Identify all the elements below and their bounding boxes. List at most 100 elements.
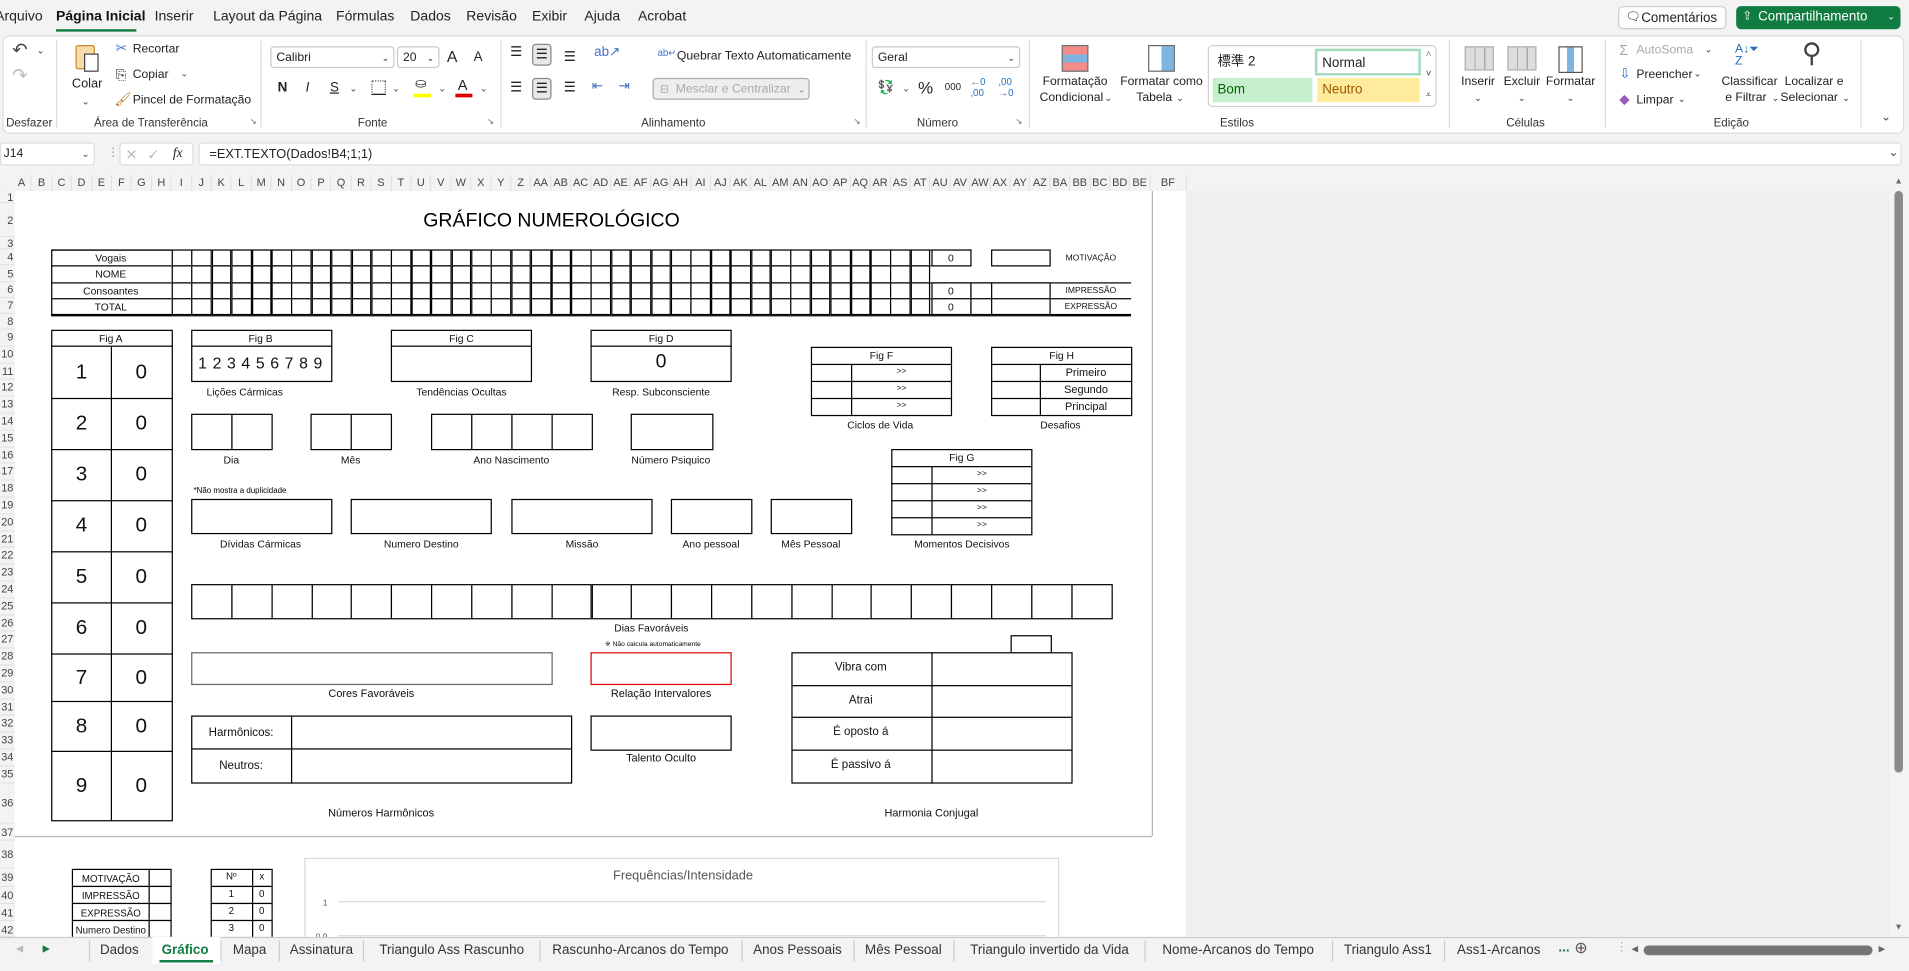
insert-cells-button[interactable]: Inserir	[1461, 76, 1495, 89]
row-header-39[interactable]: 39	[0, 868, 15, 888]
row-header-13[interactable]: 13	[0, 396, 15, 414]
align-middle-button[interactable]: ☰	[532, 43, 552, 66]
row-header-8[interactable]: 8	[0, 313, 15, 330]
sheet-tab-mapa[interactable]: Mapa	[233, 943, 267, 958]
row-header-22[interactable]: 22	[0, 548, 15, 565]
column-header-J[interactable]: J	[191, 175, 212, 192]
row-header-40[interactable]: 40	[0, 887, 15, 905]
format-cells-button[interactable]: Formatar	[1546, 76, 1595, 89]
enter-icon[interactable]: ✓	[147, 147, 159, 162]
column-header-AQ[interactable]: AQ	[850, 175, 871, 192]
autosum-button[interactable]: AutoSoma	[1636, 44, 1693, 57]
row-header-37[interactable]: 37	[0, 823, 15, 841]
row-header-36[interactable]: 36	[0, 783, 15, 824]
sheet-tab-nome-arcanos-do-tempo[interactable]: Nome-Arcanos do Tempo	[1162, 943, 1314, 958]
row-header-27[interactable]: 27	[0, 631, 15, 649]
menu-exibir[interactable]: Exibir	[532, 10, 567, 25]
menu-dados[interactable]: Dados	[410, 10, 450, 25]
add-sheet-icon[interactable]: ⊕	[1574, 939, 1587, 955]
column-header-D[interactable]: D	[72, 175, 93, 192]
row-header-5[interactable]: 5	[0, 265, 15, 283]
column-header-AW[interactable]: AW	[970, 175, 991, 192]
increase-font-button[interactable]: A	[447, 49, 458, 65]
row-header-23[interactable]: 23	[0, 564, 15, 582]
row-header-41[interactable]: 41	[0, 904, 15, 922]
row-header-15[interactable]: 15	[0, 430, 15, 448]
column-header-AR[interactable]: AR	[870, 175, 891, 192]
column-header-Q[interactable]: Q	[331, 175, 352, 192]
row-header-4[interactable]: 4	[0, 249, 15, 266]
find-select-button[interactable]: Localizar e	[1785, 76, 1844, 89]
dialog-launcher-icon[interactable]: ↘	[250, 118, 257, 127]
column-header-X[interactable]: X	[471, 175, 492, 192]
column-header-M[interactable]: M	[251, 175, 272, 192]
undo-icon[interactable]: ↶	[12, 41, 27, 59]
column-header-AL[interactable]: AL	[750, 175, 771, 192]
orientation-icon[interactable]: ab↗	[594, 46, 620, 59]
delete-cells-button[interactable]: Excluir	[1504, 76, 1541, 89]
sheet-tab-dados[interactable]: Dados	[100, 943, 139, 958]
column-header-AB[interactable]: AB	[551, 175, 572, 192]
menu-inserir[interactable]: Inserir	[155, 10, 194, 25]
thousands-button[interactable]: 000	[945, 82, 961, 93]
row-header-35[interactable]: 35	[0, 766, 15, 784]
align-bottom-icon[interactable]: ☰	[564, 50, 576, 64]
menu-arquivo[interactable]: Arquivo	[0, 10, 43, 25]
horizontal-scrollbar[interactable]: ◀ ▶	[1631, 942, 1905, 959]
column-header-AF[interactable]: AF	[631, 175, 652, 192]
column-header-O[interactable]: O	[291, 175, 312, 192]
column-header-W[interactable]: W	[451, 175, 472, 192]
column-header-AU[interactable]: AU	[930, 175, 951, 192]
share-button[interactable]: ⇪ Compartilhamento ⌄	[1736, 6, 1901, 30]
column-header-BE[interactable]: BE	[1130, 175, 1151, 192]
style-hyojun2[interactable]: 標準 2	[1218, 55, 1256, 69]
column-header-AM[interactable]: AM	[770, 175, 791, 192]
column-header-AA[interactable]: AA	[531, 175, 552, 192]
font-size-select[interactable]: 20 ⌄	[396, 46, 440, 69]
column-header-Y[interactable]: Y	[491, 175, 512, 192]
column-header-AJ[interactable]: AJ	[711, 175, 731, 192]
column-header-Z[interactable]: Z	[511, 175, 532, 192]
row-header-16[interactable]: 16	[0, 447, 15, 465]
row-header-14[interactable]: 14	[0, 413, 15, 431]
row-header-12[interactable]: 12	[0, 380, 15, 397]
increase-indent-icon[interactable]: ⇥	[618, 80, 629, 93]
column-header-BA[interactable]: BA	[1050, 175, 1071, 192]
column-header-L[interactable]: L	[231, 175, 252, 192]
column-header-AV[interactable]: AV	[950, 175, 971, 192]
column-header-I[interactable]: I	[171, 175, 192, 192]
column-header-BC[interactable]: BC	[1090, 175, 1111, 192]
column-header-G[interactable]: G	[131, 175, 152, 192]
menu-acrobat[interactable]: Acrobat	[638, 10, 686, 25]
font-color-button[interactable]: A	[458, 78, 468, 93]
sheet-tab-m-s-pessoal[interactable]: Mês Pessoal	[865, 943, 942, 958]
column-header-A[interactable]: A	[12, 175, 33, 192]
gallery-scroll-up-icon[interactable]: ˄	[1426, 49, 1432, 60]
row-header-34[interactable]: 34	[0, 749, 15, 767]
dialog-launcher-icon[interactable]: ↘	[487, 118, 494, 127]
column-header-U[interactable]: U	[411, 175, 432, 192]
paste-button[interactable]	[73, 43, 102, 75]
row-header-6[interactable]: 6	[0, 282, 15, 299]
row-header-10[interactable]: 10	[0, 346, 15, 364]
column-header-BF[interactable]: BF	[1150, 175, 1187, 192]
dialog-launcher-icon[interactable]: ↘	[853, 118, 860, 127]
row-header-20[interactable]: 20	[0, 514, 15, 532]
column-header-AZ[interactable]: AZ	[1030, 175, 1051, 192]
menu-layout[interactable]: Layout da Página	[213, 10, 322, 25]
redo-icon[interactable]: ↷	[12, 67, 27, 85]
cut-button[interactable]: Recortar	[133, 43, 180, 56]
row-header-38[interactable]: 38	[0, 840, 15, 869]
expand-formula-icon[interactable]: ⌄	[1888, 147, 1898, 159]
horizontal-scroll-thumb[interactable]	[1643, 945, 1873, 956]
sheet-tab-triangulo-ass-rascunho[interactable]: Triangulo Ass Rascunho	[379, 943, 524, 958]
row-header-33[interactable]: 33	[0, 732, 15, 750]
menu-pagina-inicial[interactable]: Página Inicial	[56, 10, 145, 25]
decrease-indent-icon[interactable]: ⇤	[592, 80, 603, 93]
column-header-H[interactable]: H	[151, 175, 172, 192]
column-header-V[interactable]: V	[431, 175, 452, 192]
collapse-ribbon-icon[interactable]: ⌄	[1881, 111, 1891, 124]
column-header-AH[interactable]: AH	[671, 175, 692, 192]
column-header-C[interactable]: C	[52, 175, 73, 192]
clear-button[interactable]: Limpar	[1636, 94, 1673, 107]
